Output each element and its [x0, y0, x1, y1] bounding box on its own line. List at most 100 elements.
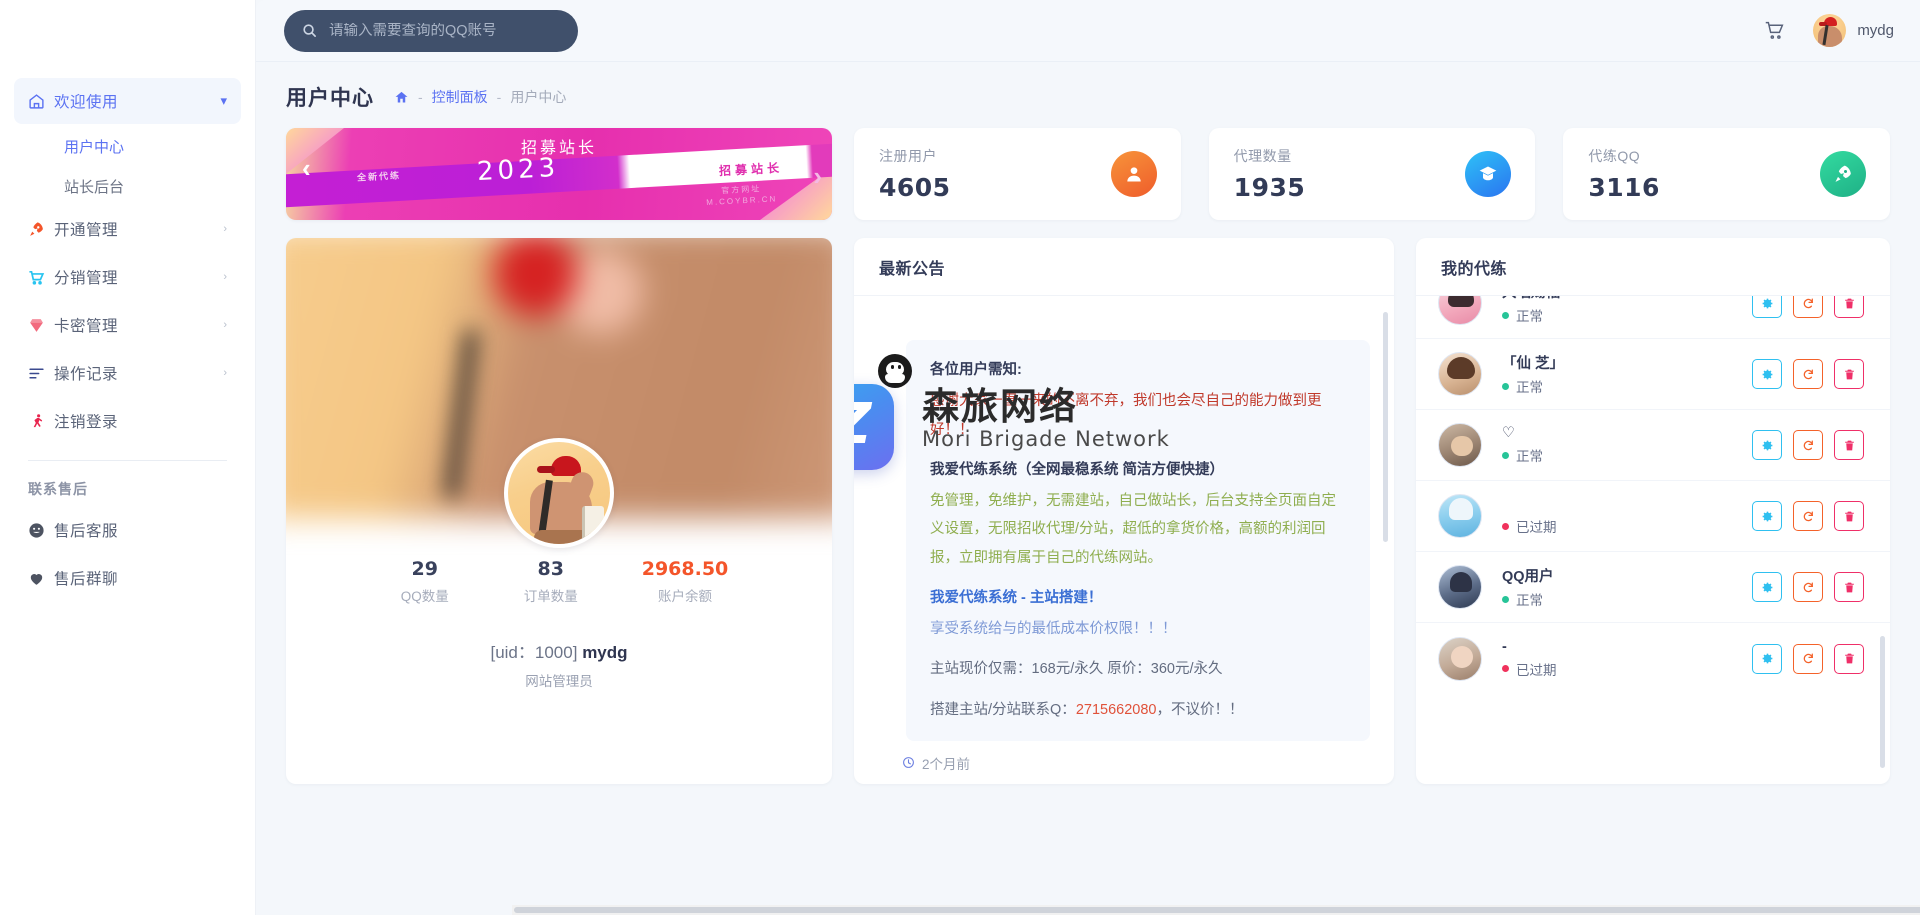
app-root: 欢迎使用 ▾ 用户中心 站长后台 开通管理 › 分销管理 › 卡密管理 › 操作… — [0, 0, 1920, 915]
avatar — [1438, 636, 1482, 681]
sidebar-item-label: 售后群聊 — [54, 571, 119, 588]
profile-name: mydg — [582, 643, 628, 662]
search-box[interactable] — [284, 9, 578, 52]
my-boosting-list-inner: 大唱赐幅 正常 — [1416, 296, 1890, 694]
gear-icon[interactable] — [1752, 359, 1782, 389]
trash-icon[interactable] — [1834, 643, 1864, 674]
announcement-row: 各位用户需知: 感谢大家一直一来的不离不弃，我们也会尽自己的能力做到更好！！ 我… — [878, 326, 1370, 741]
sidebar-item-activation[interactable]: 开通管理 › — [14, 206, 241, 252]
profile-stat-label: QQ数量 — [400, 589, 449, 604]
breadcrumb-current: 用户中心 — [510, 89, 567, 105]
promo-banner[interactable]: 招募站长 全新代练 2023 招募站长 官方网址 M.COYBR.CN ‹ › — [286, 128, 832, 220]
sidebar-item-support-service[interactable]: 售后客服 — [14, 507, 241, 553]
page-header: 用户中心 - 控制面板 - 用户中心 — [256, 62, 1920, 112]
trash-icon[interactable] — [1834, 572, 1864, 602]
sidebar-item-label: 分销管理 — [54, 270, 119, 287]
gear-icon[interactable] — [1752, 643, 1782, 674]
profile-role: 网站管理员 — [525, 674, 593, 689]
profile-uid-prefix: [uid： — [490, 643, 535, 662]
sidebar-item-support-group[interactable]: 售后群聊 — [14, 555, 241, 601]
trash-icon[interactable] — [1834, 359, 1864, 389]
sidebar-item-logout[interactable]: 注销登录 — [14, 398, 241, 444]
breadcrumb-separator: - — [496, 89, 502, 105]
stat-card-boosting-qq: 代练QQ 3116 — [1563, 128, 1891, 220]
list-icon — [28, 365, 54, 382]
list-item[interactable]: ♡ 正常 — [1416, 410, 1890, 481]
redo-icon[interactable] — [1793, 643, 1823, 674]
trash-icon[interactable] — [1834, 296, 1864, 318]
floating-app-logo[interactable]: Z — [854, 384, 894, 470]
list-item[interactable]: QQ用户 正常 — [1416, 552, 1890, 623]
status-label: 已过期 — [1516, 662, 1557, 678]
stat-label: 代练QQ — [1588, 148, 1641, 164]
search-input[interactable] — [329, 22, 560, 39]
gear-icon[interactable] — [1752, 296, 1782, 318]
profile-card: 29 QQ数量 83 订单数量 2968.50 账户余额 [uid：1000] … — [286, 238, 832, 784]
page-title: 用户中心 — [286, 87, 374, 110]
carousel-prev-icon[interactable]: ‹ — [302, 155, 311, 181]
avatar — [1438, 494, 1482, 538]
profile-stat-value: 83 — [537, 558, 564, 580]
cart-icon[interactable] — [1764, 20, 1785, 41]
redo-icon[interactable] — [1793, 296, 1823, 318]
announcement-line: 享受系统给与的最低成本价权限！！！ — [930, 621, 1177, 638]
sidebar-item-welcome[interactable]: 欢迎使用 ▾ — [14, 78, 241, 124]
sidebar-sub-label: 站长后台 — [64, 178, 125, 196]
status-label: 正常 — [1516, 309, 1543, 324]
list-item[interactable]: - 已过期 — [1416, 623, 1890, 694]
list-item-info: - 已过期 — [1482, 639, 1752, 679]
avatar — [1438, 352, 1482, 396]
sidebar-item-card-secret[interactable]: 卡密管理 › — [14, 302, 241, 348]
banner-year: 2023 — [476, 153, 560, 188]
banner-sub-line2: M.COYBR.CN — [706, 194, 778, 207]
sidebar-item-admin-panel[interactable]: 站长后台 — [14, 166, 241, 206]
home-icon[interactable] — [394, 90, 409, 105]
announcement-line: 主站现价仅需：168元/永久 原价：360元/永久 — [930, 661, 1223, 678]
redo-icon[interactable] — [1793, 572, 1823, 602]
stat-text: 注册用户 4605 — [879, 146, 951, 202]
gear-icon[interactable] — [1752, 572, 1782, 602]
list-item-name — [1502, 496, 1752, 513]
chevron-right-icon: › — [223, 271, 227, 283]
list-scrollbar[interactable] — [1880, 636, 1885, 768]
announcement-scrollbar[interactable] — [1383, 312, 1388, 542]
list-item[interactable]: 「仙 芝」 正常 — [1416, 339, 1890, 410]
profile-uid-value: 1000 — [534, 643, 573, 662]
chevron-down-icon: ▾ — [220, 93, 227, 108]
horizontal-scrollbar[interactable] — [512, 905, 1920, 915]
sidebar-item-operation-log[interactable]: 操作记录 › — [14, 350, 241, 396]
redo-icon[interactable] — [1793, 359, 1823, 389]
stat-text: 代练QQ 3116 — [1588, 146, 1660, 202]
carousel-next-icon[interactable]: › — [813, 163, 822, 189]
announcement-line: 我爱代练系统 - 主站搭建！ — [930, 589, 1103, 606]
status-badge: 已过期 — [1502, 659, 1752, 679]
sidebar-item-distribution[interactable]: 分销管理 › — [14, 254, 241, 300]
list-item[interactable]: 已过期 — [1416, 481, 1890, 552]
trash-icon[interactable] — [1834, 501, 1864, 531]
breadcrumb-link-dashboard[interactable]: 控制面板 — [432, 87, 488, 107]
profile-avatar[interactable] — [504, 438, 614, 548]
sidebar-item-user-center[interactable]: 用户中心 — [14, 126, 241, 166]
profile-stat-order-count: 83 订单数量 — [516, 558, 586, 605]
avatar — [1438, 565, 1482, 609]
status-badge: 已过期 — [1502, 516, 1752, 536]
gear-icon[interactable] — [1752, 501, 1782, 531]
redo-icon[interactable] — [1793, 430, 1823, 460]
breadcrumb-separator: - — [418, 89, 423, 105]
stat-text: 代理数量 1935 — [1234, 146, 1306, 202]
redo-icon[interactable] — [1793, 501, 1823, 531]
trash-icon[interactable] — [1834, 430, 1864, 460]
list-item[interactable]: 大唱赐幅 正常 — [1416, 296, 1890, 339]
sidebar-menu: 欢迎使用 ▾ 用户中心 站长后台 开通管理 › 分销管理 › 卡密管理 › 操作… — [0, 78, 255, 444]
announcement-line: 我爱代练系统（全网最稳系统 简洁方便快捷） — [930, 461, 1225, 478]
graduation-icon — [1465, 151, 1512, 197]
user-menu[interactable]: mydg — [1813, 14, 1894, 47]
stat-card-registered-users: 注册用户 4605 — [854, 128, 1181, 220]
horizontal-scrollbar-thumb[interactable] — [514, 907, 1920, 913]
gear-icon[interactable] — [1752, 430, 1782, 460]
sidebar-item-label: 欢迎使用 — [54, 94, 119, 111]
profile-stat-qq-count: 29 QQ数量 — [390, 558, 460, 605]
list-item-actions — [1752, 643, 1864, 674]
chevron-right-icon: › — [223, 319, 227, 331]
announcement-qq-number[interactable]: 2715662080 — [1076, 702, 1157, 718]
